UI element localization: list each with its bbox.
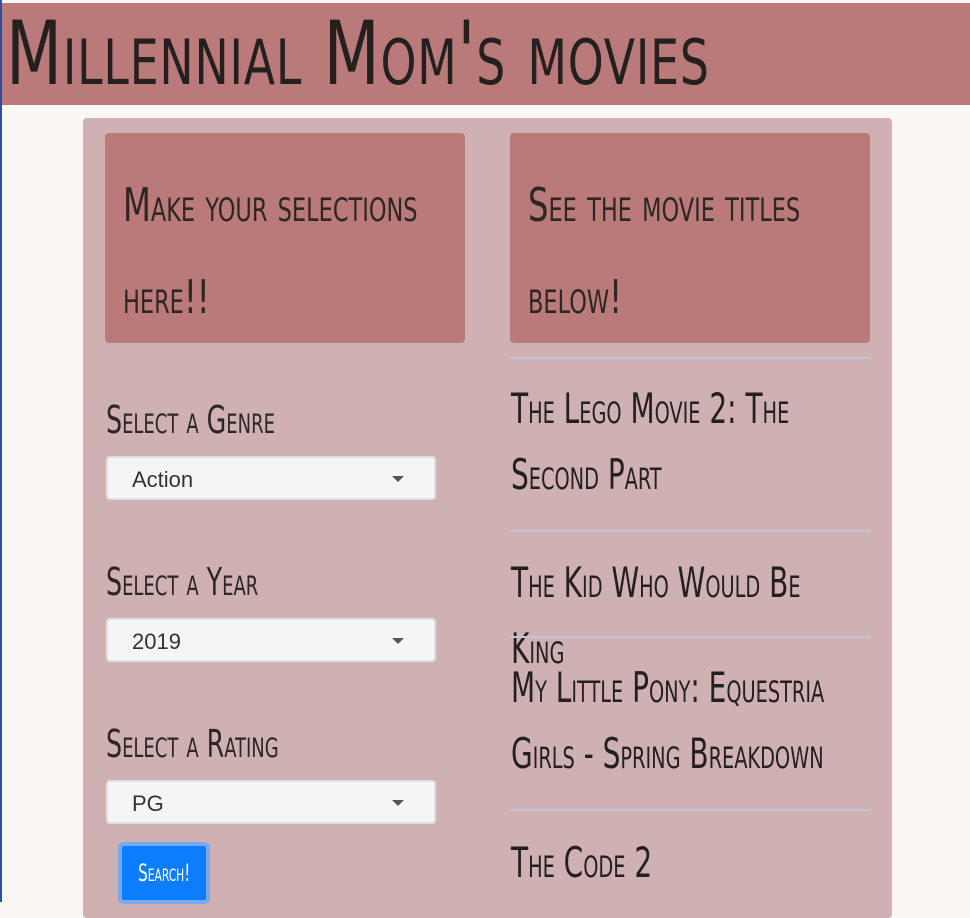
titles-header-box: See the movie titles below! xyxy=(510,133,870,343)
search-button-label: Search! xyxy=(137,859,191,887)
titles-heading: See the movie titles below! xyxy=(528,178,801,324)
site-title: Millennial Mom's movies xyxy=(6,2,710,105)
list-item[interactable]: The Lego Movie 2: The Second Part xyxy=(511,376,837,508)
search-button[interactable]: Search! xyxy=(118,842,210,904)
list-divider xyxy=(510,357,870,359)
year-select[interactable]: 2019 xyxy=(106,618,436,662)
list-item[interactable]: My Little Pony: Equestria Girls - Spring… xyxy=(511,655,837,787)
selections-heading: Make your selections here!! xyxy=(123,178,418,324)
list-divider xyxy=(510,530,870,532)
year-label: Select a Year xyxy=(106,560,259,604)
genre-label: Select a Genre xyxy=(106,398,275,442)
rating-select[interactable]: PG xyxy=(106,780,436,824)
genre-select-value: Action xyxy=(132,467,194,492)
selections-header-box: Make your selections here!! xyxy=(105,133,465,343)
header-bar: Millennial Mom's movies xyxy=(2,2,970,105)
window-left-edge xyxy=(0,0,2,902)
chevron-down-icon xyxy=(392,800,404,806)
chevron-down-icon xyxy=(392,638,404,644)
rating-label: Select a Rating xyxy=(106,722,279,766)
list-item[interactable]: The Code 2 xyxy=(511,830,837,896)
chevron-down-icon xyxy=(392,476,404,482)
year-select-value: 2019 xyxy=(132,629,181,654)
list-divider xyxy=(510,809,870,811)
genre-select[interactable]: Action xyxy=(106,456,436,500)
list-divider xyxy=(510,636,870,638)
main-panel: Make your selections here!! See the movi… xyxy=(83,118,892,918)
rating-select-value: PG xyxy=(132,791,164,816)
